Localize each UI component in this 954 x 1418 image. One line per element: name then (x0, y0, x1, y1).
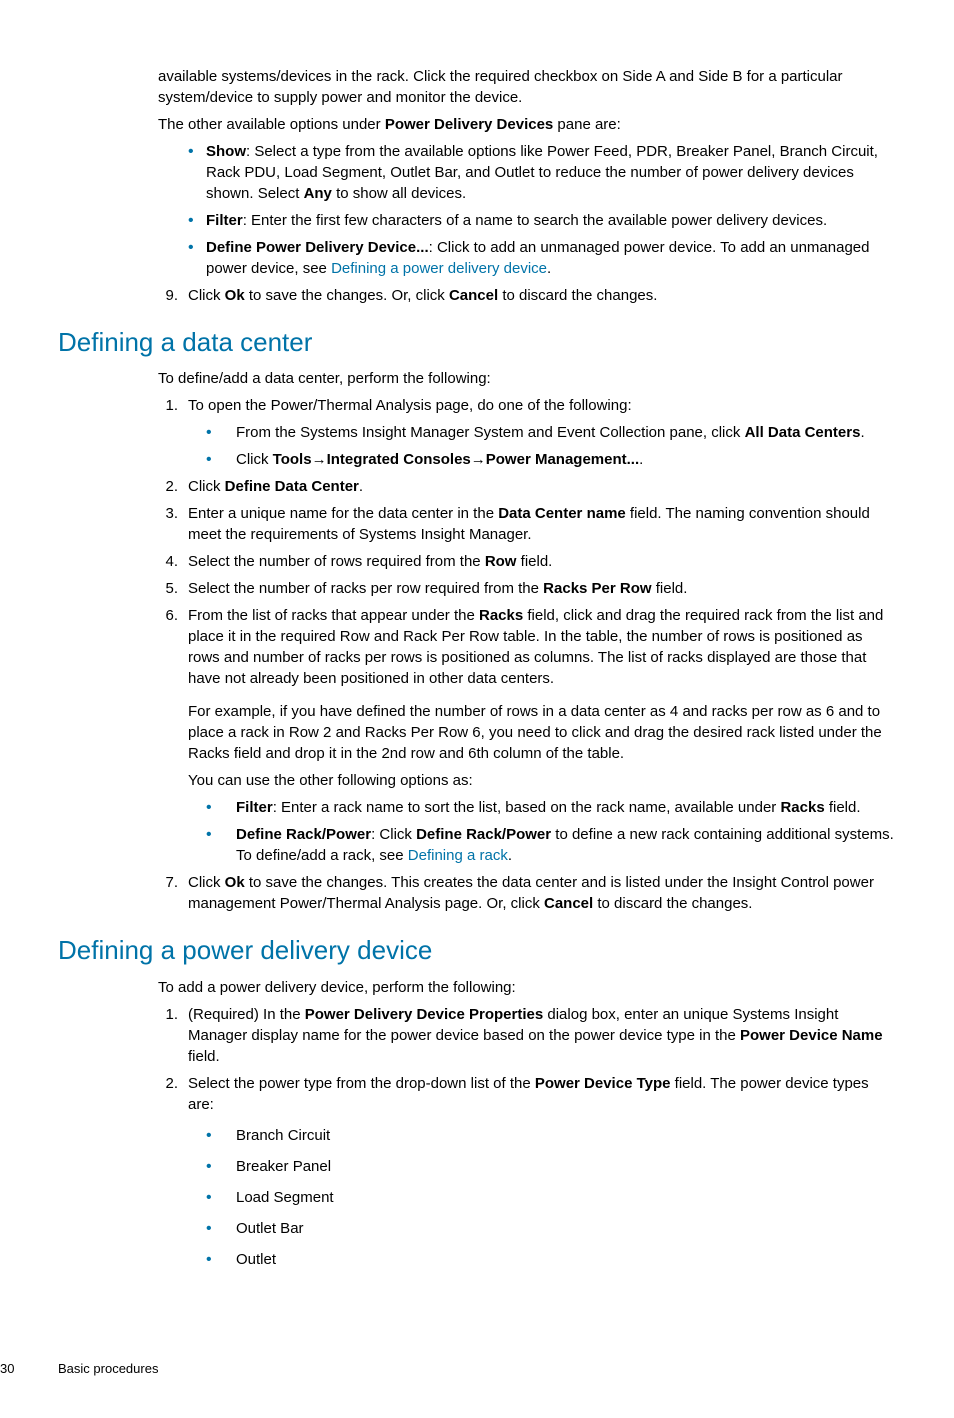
dc-s6-options: You can use the other following options … (188, 770, 896, 791)
dc-s6-example: For example, if you have defined the num… (188, 701, 896, 764)
heading-data-center: Defining a data center (58, 324, 896, 360)
list-item: 5.Select the number of racks per row req… (158, 578, 896, 599)
list-item: Branch Circuit (206, 1125, 896, 1146)
list-item: Define Rack/Power: Click Define Rack/Pow… (206, 824, 896, 866)
intro-options-list: Show: Select a type from the available o… (188, 141, 896, 279)
page-number: 30 (0, 1360, 14, 1378)
list-item: Outlet (206, 1249, 896, 1270)
intro-p1: available systems/devices in the rack. C… (158, 66, 896, 108)
list-item: Breaker Panel (206, 1156, 896, 1177)
list-item: 4.Select the number of rows required fro… (158, 551, 896, 572)
list-item: 3.Enter a unique name for the data cente… (158, 503, 896, 545)
dc-intro: To define/add a data center, perform the… (158, 368, 896, 389)
list-item: Define Power Delivery Device...: Click t… (188, 237, 896, 279)
intro-p2: The other available options under Power … (158, 114, 896, 135)
list-item: From the Systems Insight Manager System … (206, 422, 896, 443)
page-content: available systems/devices in the rack. C… (158, 66, 896, 1270)
list-item: Filter: Enter a rack name to sort the li… (206, 797, 896, 818)
list-item: 2.Select the power type from the drop-do… (158, 1073, 896, 1270)
list-item: Load Segment (206, 1187, 896, 1208)
list-item: 9.Click Ok to save the changes. Or, clic… (158, 285, 896, 306)
pdd-intro: To add a power delivery device, perform … (158, 977, 896, 998)
list-item: Click Tools→Integrated Consoles→Power Ma… (206, 449, 896, 470)
list-item: Filter: Enter the first few characters o… (188, 210, 896, 231)
intro-step9: 9.Click Ok to save the changes. Or, clic… (158, 285, 896, 306)
link-define-pdd[interactable]: Defining a power delivery device (331, 260, 547, 277)
heading-pdd: Defining a power delivery device (58, 932, 896, 968)
list-item: 2.Click Define Data Center. (158, 476, 896, 497)
list-item: 6.From the list of racks that appear und… (158, 605, 896, 866)
list-item: Show: Select a type from the available o… (188, 141, 896, 204)
list-item: Outlet Bar (206, 1218, 896, 1239)
list-item: 1.To open the Power/Thermal Analysis pag… (158, 395, 896, 470)
dc-steps: 1.To open the Power/Thermal Analysis pag… (158, 395, 896, 914)
link-define-rack[interactable]: Defining a rack (408, 847, 508, 864)
list-item: 7.Click Ok to save the changes. This cre… (158, 872, 896, 914)
list-item: 1.(Required) In the Power Delivery Devic… (158, 1004, 896, 1067)
page-footer: 30 Basic procedures (58, 1360, 896, 1378)
pdd-steps: 1.(Required) In the Power Delivery Devic… (158, 1004, 896, 1270)
section-name: Basic procedures (58, 1361, 158, 1376)
